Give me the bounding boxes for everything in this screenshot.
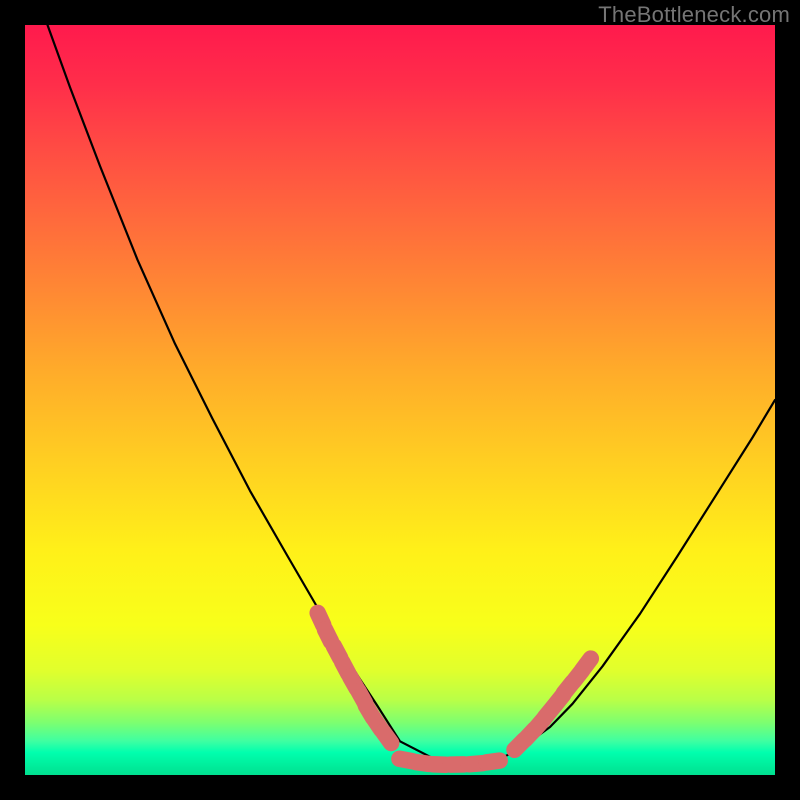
data-dot [486, 761, 499, 763]
curve-layer [25, 25, 775, 775]
bottleneck-curve [48, 25, 776, 765]
data-dots [318, 613, 591, 765]
plot-area [25, 25, 775, 775]
data-dot [383, 732, 391, 743]
data-dot [583, 659, 591, 670]
chart-stage: TheBottleneck.com [0, 0, 800, 800]
